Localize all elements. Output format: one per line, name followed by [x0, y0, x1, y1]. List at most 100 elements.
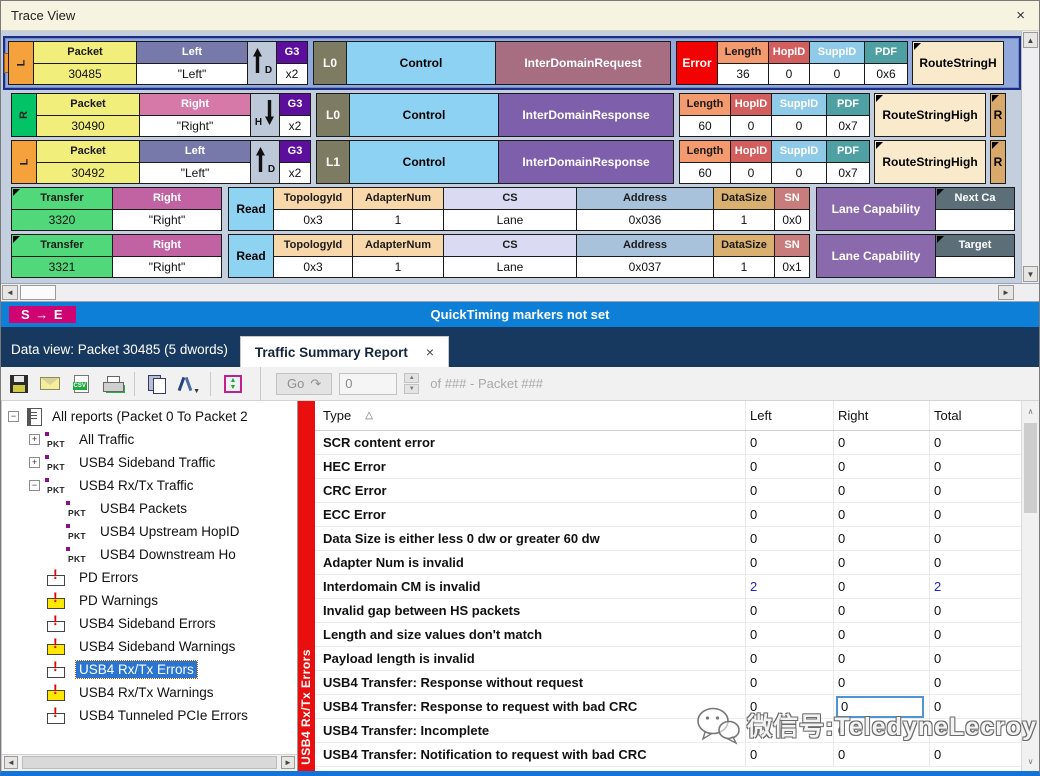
scroll-up-icon[interactable]: ▲: [1023, 32, 1038, 48]
cell-left[interactable]: 0: [745, 479, 833, 502]
table-row-crc-error[interactable]: CRC Error000: [315, 479, 1021, 503]
cell-total[interactable]: 0: [929, 623, 1021, 646]
data-view-label[interactable]: Data view: Packet 30485 (5 dwords): [1, 342, 240, 367]
cell-total[interactable]: 0: [929, 599, 1021, 622]
field-left[interactable]: Left"Left": [139, 140, 251, 184]
cell-total[interactable]: 0: [929, 503, 1021, 526]
field-read[interactable]: Read: [228, 234, 274, 278]
field-pdf[interactable]: PDF0x6: [864, 41, 908, 85]
field-read[interactable]: Read: [228, 187, 274, 231]
cell-right[interactable]: 0: [833, 431, 929, 454]
cell-right[interactable]: 0: [833, 599, 929, 622]
field-suppid[interactable]: SuppID0: [771, 93, 827, 137]
copy-button[interactable]: [145, 372, 169, 396]
tree-item-usb4-downstream-ho[interactable]: USB4 Downstream Ho: [6, 543, 297, 566]
trace-row[interactable]: LPacket30485Left"Left"DG3x2L0ControlInte…: [8, 41, 1019, 85]
field-control[interactable]: Control: [346, 41, 496, 85]
email-button[interactable]: [38, 372, 62, 396]
collapse-icon[interactable]: −: [29, 480, 40, 491]
tree-item-usb4-rx-tx-errors[interactable]: USB4 Rx/Tx Errors: [6, 658, 297, 681]
trace-horizontal-scrollbar[interactable]: ◄ ►: [1, 284, 1039, 302]
tree-item-usb4-rx-tx-traffic[interactable]: −USB4 Rx/Tx Traffic: [6, 474, 297, 497]
table-row-adapter-num-is-invalid[interactable]: Adapter Num is invalid000: [315, 551, 1021, 575]
lane-tab[interactable]: L: [8, 41, 34, 85]
cell-total[interactable]: 0: [929, 671, 1021, 694]
cell-total[interactable]: 0: [929, 431, 1021, 454]
cell-left[interactable]: 0: [745, 647, 833, 670]
tree-item-pd-errors[interactable]: PD Errors: [6, 566, 297, 589]
field-hopid[interactable]: HopID0: [730, 93, 772, 137]
field-g3[interactable]: G3x2: [279, 93, 311, 137]
print-button[interactable]: [100, 372, 124, 396]
cell-right[interactable]: 0: [833, 623, 929, 646]
cell-right[interactable]: 0: [833, 455, 929, 478]
field-datasize[interactable]: DataSize1: [713, 187, 775, 231]
table-row-payload-length-is-invalid[interactable]: Payload length is invalid000: [315, 647, 1021, 671]
field-pdf[interactable]: PDF0x7: [826, 140, 870, 184]
field-packet[interactable]: Packet30485: [33, 41, 137, 85]
column-header-type[interactable]: Type△: [315, 408, 745, 423]
tree-item-usb4-packets[interactable]: USB4 Packets: [6, 497, 297, 520]
table-row-usb4-transfer-incomplete[interactable]: USB4 Transfer: Incomplete000: [315, 719, 1021, 743]
cell-total[interactable]: 0: [929, 527, 1021, 550]
field-next-ca[interactable]: Next Ca: [935, 187, 1015, 231]
field-r[interactable]: R: [990, 93, 1006, 137]
cell-left[interactable]: 2: [745, 575, 833, 598]
scrollbar-thumb[interactable]: [1024, 423, 1037, 513]
table-row-invalid-gap-between-hs-packets[interactable]: Invalid gap between HS packets000: [315, 599, 1021, 623]
trace-row[interactable]: LPacket30492Left"Left"DG3x2L1ControlInte…: [11, 140, 1021, 184]
scroll-left-icon[interactable]: ◄: [4, 756, 18, 769]
scroll-down-icon[interactable]: ∨: [1023, 753, 1038, 769]
field-topologyid[interactable]: TopologyId0x3: [273, 187, 353, 231]
tree-horizontal-scrollbar[interactable]: ◄ ►: [2, 754, 297, 771]
field-error[interactable]: Error: [676, 41, 718, 85]
tree-item-all-reports-packet-0-to-packet-2[interactable]: −All reports (Packet 0 To Packet 2: [6, 405, 297, 428]
cell-right[interactable]: 0: [833, 671, 929, 694]
table-row-scr-content-error[interactable]: SCR content error000: [315, 431, 1021, 455]
cell-left[interactable]: 0: [745, 503, 833, 526]
spin-up-icon[interactable]: ▲: [404, 373, 419, 383]
scroll-right-icon[interactable]: ►: [281, 756, 295, 769]
table-row-ecc-error[interactable]: ECC Error000: [315, 503, 1021, 527]
cell-right[interactable]: 0: [833, 551, 929, 574]
cell-left[interactable]: 0: [745, 743, 833, 766]
field-address[interactable]: Address0x037: [576, 234, 714, 278]
field-g3[interactable]: G3x2: [276, 41, 308, 85]
field-sn[interactable]: SN0x0: [774, 187, 810, 231]
cell-left[interactable]: 0: [745, 623, 833, 646]
field-l0[interactable]: L0: [313, 41, 347, 85]
cell-right[interactable]: 0: [833, 695, 929, 718]
field-control[interactable]: Control: [349, 140, 499, 184]
go-button[interactable]: Go ↷: [276, 373, 332, 395]
field-length[interactable]: Length36: [717, 41, 769, 85]
cell-total[interactable]: 0: [929, 743, 1021, 766]
field-interdomainresponse[interactable]: InterDomainResponse: [498, 140, 674, 184]
field-packet[interactable]: Packet30490: [36, 93, 140, 137]
tools-dropdown-button[interactable]: ▼: [176, 372, 200, 396]
field-r[interactable]: R: [990, 140, 1006, 184]
field-topologyid[interactable]: TopologyId0x3: [273, 234, 353, 278]
field-left[interactable]: Left"Left": [136, 41, 248, 85]
field-right[interactable]: Right"Right": [112, 234, 222, 278]
field-adapternum[interactable]: AdapterNum1: [352, 234, 444, 278]
field-address[interactable]: Address0x036: [576, 187, 714, 231]
tree-item-usb4-upstream-hopid[interactable]: USB4 Upstream HopID: [6, 520, 297, 543]
column-header-left[interactable]: Left: [745, 401, 833, 430]
trace-vertical-scrollbar[interactable]: ▲ ▼: [1021, 31, 1039, 283]
scroll-right-icon[interactable]: ►: [998, 285, 1014, 300]
table-row-usb4-transfer-response-to-request-with-bad-crc[interactable]: USB4 Transfer: Response to request with …: [315, 695, 1021, 719]
field-suppid[interactable]: SuppID0: [771, 140, 827, 184]
field-adapternum[interactable]: AdapterNum1: [352, 187, 444, 231]
go-packet-input[interactable]: [339, 373, 397, 395]
trace-row[interactable]: Transfer3321Right"Right"ReadTopologyId0x…: [11, 234, 1021, 278]
field-datasize[interactable]: DataSize1: [713, 234, 775, 278]
field-g3[interactable]: G3x2: [279, 140, 311, 184]
table-row-data-size-is-either-less-0-dw-or-greater-60-dw[interactable]: Data Size is either less 0 dw or greater…: [315, 527, 1021, 551]
cell-total[interactable]: 0: [929, 719, 1021, 742]
field-right[interactable]: Right"Right": [112, 187, 222, 231]
field-l0[interactable]: L0: [316, 93, 350, 137]
field-interdomainrequest[interactable]: InterDomainRequest: [495, 41, 671, 85]
collapse-icon[interactable]: −: [8, 411, 19, 422]
cell-left[interactable]: 0: [745, 599, 833, 622]
lane-tab[interactable]: L: [11, 140, 37, 184]
